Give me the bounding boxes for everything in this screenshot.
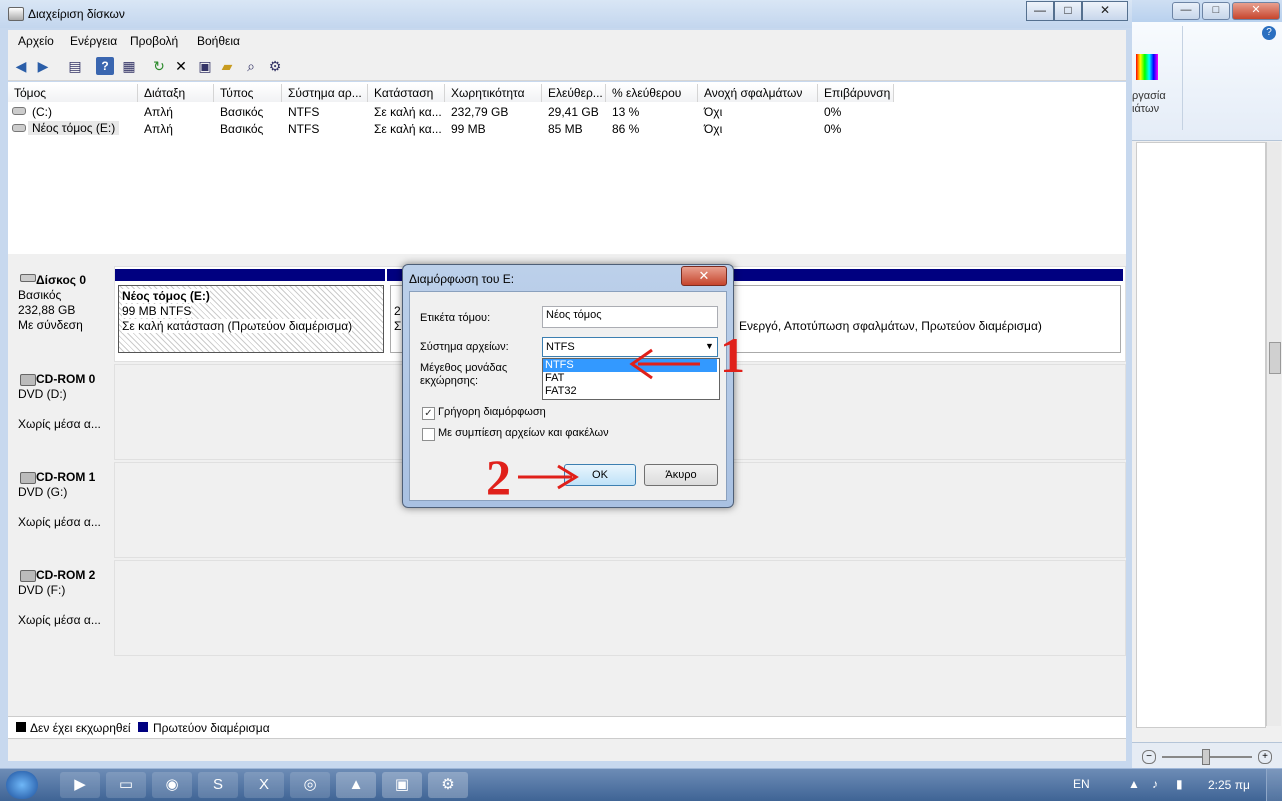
paint-taskbar-icon[interactable]: ▲ bbox=[336, 772, 376, 798]
media-player-icon[interactable]: ▶ bbox=[60, 772, 100, 798]
language-indicator[interactable]: EN bbox=[1073, 777, 1090, 791]
network-icon[interactable]: ▮ bbox=[1176, 777, 1183, 791]
settings-taskbar-icon[interactable]: ⚙ bbox=[428, 772, 468, 798]
annotation-arrow-2 bbox=[518, 464, 579, 490]
skype-icon[interactable]: S bbox=[198, 772, 238, 798]
explorer-icon[interactable]: ▭ bbox=[106, 772, 146, 798]
volume-icon[interactable]: ♪ bbox=[1152, 777, 1158, 791]
notification-icon[interactable]: ▲ bbox=[1128, 777, 1140, 791]
clock[interactable]: 2:25 πμ bbox=[1208, 778, 1250, 792]
taskbar: ▶ ▭ ◉ S X ◎ ▲ ▣ ⚙ EN ▲ ♪ ▮ 2:25 πμ bbox=[0, 768, 1282, 801]
annotation-step-2: 2 bbox=[486, 449, 511, 505]
annotation-layer bbox=[518, 348, 700, 490]
start-button[interactable] bbox=[6, 771, 38, 799]
chrome-icon[interactable]: ◉ bbox=[152, 772, 192, 798]
disk-management-taskbar-icon[interactable]: ▣ bbox=[382, 772, 422, 798]
annotation-step-1: 1 bbox=[720, 327, 745, 383]
spreadsheet-icon[interactable]: X bbox=[244, 772, 284, 798]
annotation-arrow-1 bbox=[629, 348, 700, 380]
firefox-icon[interactable]: ◎ bbox=[290, 772, 330, 798]
show-desktop-button[interactable] bbox=[1266, 769, 1282, 801]
